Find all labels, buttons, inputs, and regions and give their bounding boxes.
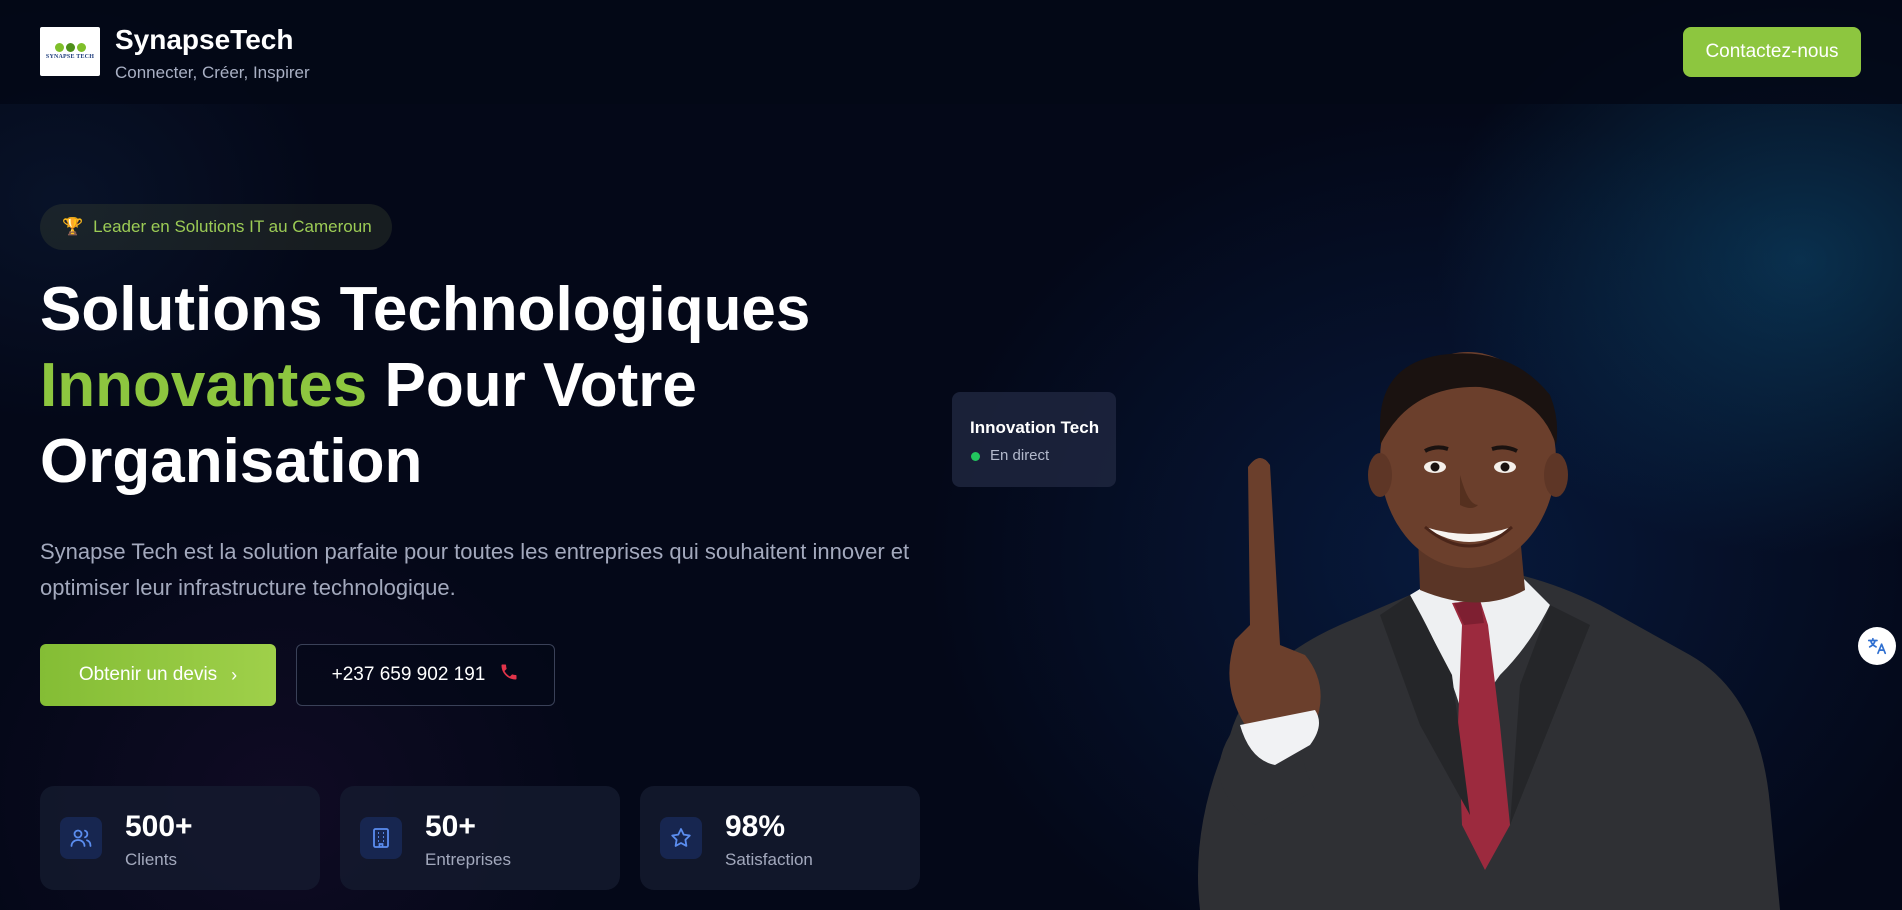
stat-card-clients: 500+ Clients (40, 786, 320, 890)
logo-mark (54, 43, 86, 52)
badge-text: Leader en Solutions IT au Cameroun (93, 217, 372, 236)
stat-value: 98% (725, 810, 786, 843)
stat-label: Entreprises (425, 850, 511, 869)
get-quote-button[interactable]: Obtenir un devis › (40, 644, 276, 706)
chevron-right-icon: › (231, 664, 238, 685)
stat-label: Clients (125, 850, 177, 869)
phone-icon (499, 662, 519, 688)
users-icon (60, 817, 102, 859)
live-indicator-dot (971, 452, 980, 461)
leader-badge: 🏆 Leader en Solutions IT au Cameroun (40, 204, 392, 250)
live-card-status: En direct (990, 447, 1050, 464)
translate-icon[interactable] (1858, 627, 1896, 665)
hero-title-accent: Innovantes (40, 351, 368, 420)
building-icon (360, 817, 402, 859)
hero-title-line3: Organisation (40, 427, 423, 496)
brand-logo[interactable]: SYNAPSE TECH (40, 27, 100, 76)
star-icon (660, 817, 702, 859)
stat-value: 500+ (125, 810, 193, 843)
hero-title-line1: Solutions Technologiques (40, 275, 811, 344)
hero-person-image (1198, 352, 1780, 910)
phone-number: +237 659 902 191 (331, 664, 486, 685)
site-header: SYNAPSE TECH SynapseTech Connecter, Crée… (0, 0, 1902, 104)
hero-title-rest: Pour Votre (367, 351, 697, 420)
hero-description: Synapse Tech est la solution parfaite po… (40, 539, 910, 600)
brand-name[interactable]: SynapseTech (115, 24, 293, 56)
get-quote-label: Obtenir un devis (78, 664, 218, 685)
contact-button[interactable]: Contactez-nous (1683, 27, 1861, 77)
stat-value: 50+ (425, 810, 476, 843)
brand-tagline: Connecter, Créer, Inspirer (115, 63, 310, 82)
hero-title: Solutions Technologiques Innovantes Pour… (40, 272, 940, 500)
stat-card-companies: 50+ Entreprises (340, 786, 620, 890)
stat-label: Satisfaction (725, 850, 813, 869)
phone-button[interactable]: +237 659 902 191 (296, 644, 555, 706)
stat-card-satisfaction: 98% Satisfaction (640, 786, 920, 890)
trophy-icon: 🏆 (62, 217, 84, 236)
logo-text: SYNAPSE TECH (45, 54, 95, 60)
